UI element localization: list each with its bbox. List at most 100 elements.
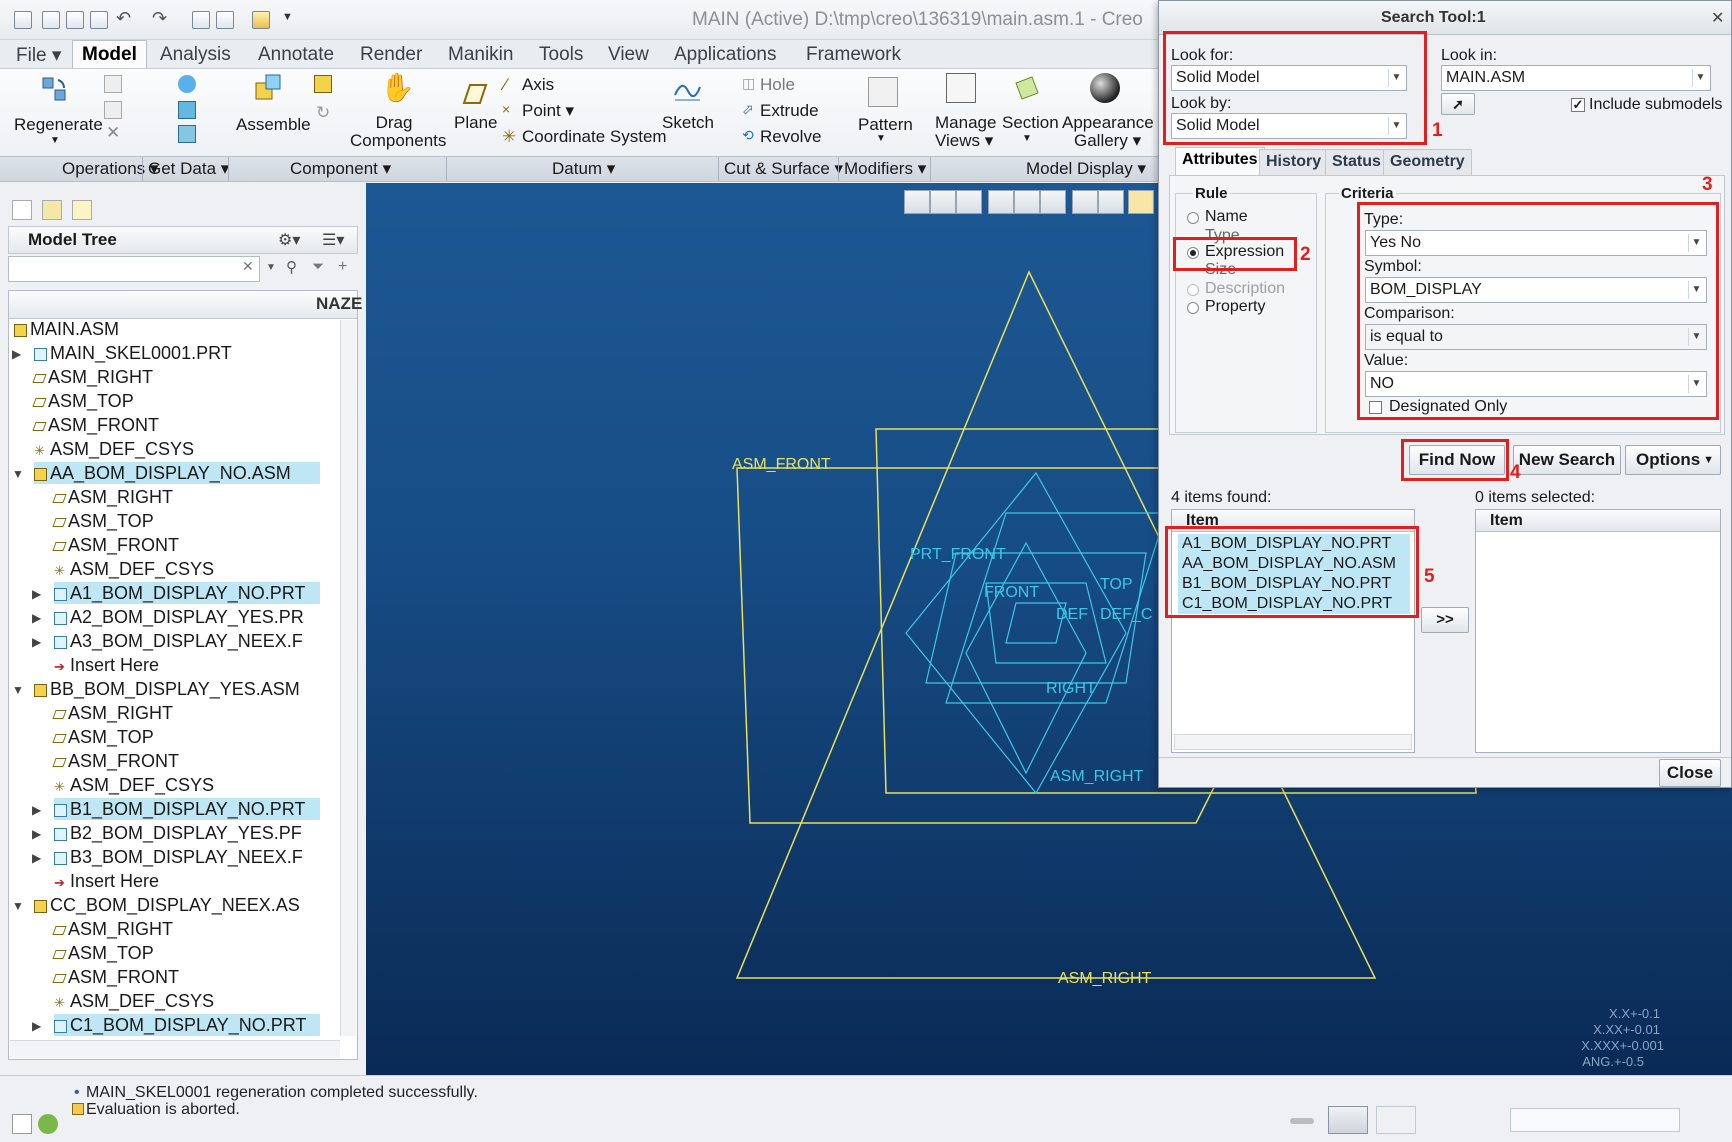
dialog-close-icon[interactable]: ✕ <box>1711 8 1724 28</box>
find-binoculars-icon[interactable] <box>1328 1106 1368 1134</box>
group-datum[interactable]: Datum ▾ <box>552 159 615 179</box>
find-icon[interactable]: ⚲ <box>286 258 297 276</box>
tab-attributes[interactable]: Attributes <box>1175 147 1265 175</box>
manage-label[interactable]: Manage <box>935 113 996 133</box>
group-get-data[interactable]: Get Data ▾ <box>148 159 229 179</box>
assemble-icon[interactable] <box>254 73 284 103</box>
tree-item[interactable]: ASM_RIGHT <box>52 486 173 508</box>
show-navigator-icon[interactable] <box>12 1114 32 1134</box>
tree-item[interactable]: B1_BOM_DISPLAY_NO.PRT <box>54 798 320 820</box>
copy-icon[interactable] <box>104 75 122 93</box>
view-icon[interactable] <box>1376 1106 1416 1134</box>
open-folder-icon[interactable] <box>66 11 84 29</box>
tree-item[interactable]: A1_BOM_DISPLAY_NO.PRT <box>54 582 320 604</box>
selection-filter[interactable] <box>1510 1108 1680 1132</box>
pattern-dropdown-icon[interactable]: ▼ <box>876 133 886 144</box>
tree-item[interactable]: ASM_TOP <box>32 390 134 412</box>
repaint-icon[interactable] <box>988 190 1014 214</box>
windows-icon[interactable] <box>216 11 234 29</box>
refresh-icon[interactable]: ↻ <box>316 103 330 123</box>
coordinate-system-label[interactable]: Coordinate System <box>522 127 667 147</box>
menu-applications[interactable]: Applications <box>674 44 776 66</box>
tree-item[interactable]: ASM_FRONT <box>52 750 179 772</box>
rule-description-label[interactable]: Description <box>1205 280 1285 298</box>
menu-model[interactable]: Model <box>72 40 147 69</box>
plane-icon[interactable] <box>458 79 488 109</box>
select-model-button[interactable]: ➚ <box>1441 93 1475 115</box>
display-style-icon[interactable] <box>1014 190 1040 214</box>
paste-icon[interactable] <box>104 101 122 119</box>
point-icon[interactable]: × <box>502 101 510 117</box>
expand-toggle-icon[interactable]: ▶ <box>32 587 41 601</box>
appearance-label[interactable]: Appearance <box>1062 113 1154 133</box>
expand-toggle-icon[interactable]: ▶ <box>32 635 41 649</box>
sketch-icon[interactable] <box>672 75 702 105</box>
plane-label[interactable]: Plane <box>454 113 497 133</box>
tab-history[interactable]: History <box>1259 149 1329 175</box>
expand-toggle-icon[interactable]: ▶ <box>32 1019 41 1033</box>
tree-item[interactable]: ASM_TOP <box>52 726 154 748</box>
tree-item[interactable]: ➔ Insert Here <box>54 870 159 892</box>
column-naze-header[interactable]: NAZE <box>316 294 362 314</box>
revolve-icon[interactable]: ⟲ <box>742 127 754 144</box>
add-icon[interactable]: + <box>338 258 347 276</box>
expand-toggle-icon[interactable]: ▶ <box>32 611 41 625</box>
expand-toggle-icon[interactable]: ▶ <box>32 851 41 865</box>
menu-view[interactable]: View <box>608 44 649 66</box>
options-dropdown-icon[interactable]: ▼ <box>1703 446 1714 474</box>
save-icon[interactable] <box>90 11 108 29</box>
rule-name-label[interactable]: Name <box>1205 208 1248 226</box>
folder-icon[interactable] <box>252 11 270 29</box>
tree-settings-icon[interactable]: ⚙▾ <box>278 230 300 250</box>
tree-item[interactable]: ASM_FRONT <box>32 414 159 436</box>
transfer-button[interactable]: >> <box>1421 607 1469 633</box>
clear-search-icon[interactable]: ✕ <box>242 258 254 275</box>
tree-item[interactable]: ✳ ASM_DEF_CSYS <box>54 558 214 580</box>
selected-item-column-header[interactable]: Item <box>1476 510 1720 532</box>
expand-toggle-icon[interactable]: ▼ <box>12 899 24 913</box>
tree-item[interactable]: AA_BOM_DISPLAY_NO.ASM <box>34 462 320 484</box>
undo-icon[interactable]: ↶ <box>116 8 131 29</box>
customize-dropdown-icon[interactable]: ▼ <box>282 11 293 23</box>
group-cut-surface[interactable]: Cut & Surface ▾ <box>724 159 843 179</box>
tree-item[interactable]: ✳ ASM_DEF_CSYS <box>34 438 194 460</box>
app-icon[interactable] <box>14 11 32 29</box>
folder-browser-tab-icon[interactable] <box>42 200 62 220</box>
new-search-button[interactable]: New Search <box>1513 445 1621 475</box>
regenerate-dropdown-icon[interactable]: ▼ <box>50 135 60 146</box>
menu-framework[interactable]: Framework <box>806 44 901 66</box>
rule-property-label[interactable]: Property <box>1205 298 1265 316</box>
include-submodels-label[interactable]: Include submodels <box>1589 96 1722 114</box>
gallery-label[interactable]: Gallery ▾ <box>1074 131 1141 151</box>
section-label[interactable]: Section <box>1002 113 1059 133</box>
rule-name-radio[interactable] <box>1187 212 1199 224</box>
tree-search-input[interactable] <box>8 256 260 282</box>
hole-icon[interactable]: ◫ <box>742 75 755 92</box>
options-button[interactable]: Options ▼ <box>1625 445 1721 475</box>
tree-item[interactable]: A2_BOM_DISPLAY_YES.PR <box>54 606 304 628</box>
menu-file[interactable]: File ▾ <box>16 44 61 67</box>
appearance-gallery-icon[interactable] <box>1090 73 1120 103</box>
user-defined-feature-icon[interactable] <box>178 75 196 93</box>
tree-item[interactable]: ASM_FRONT <box>52 534 179 556</box>
group-component[interactable]: Component ▾ <box>290 159 391 179</box>
package-icon[interactable] <box>314 75 332 93</box>
extrude-icon[interactable]: ⬀ <box>742 101 754 118</box>
found-list-scrollbar[interactable] <box>1174 734 1412 750</box>
menu-annotate[interactable]: Annotate <box>258 44 334 66</box>
revolve-label[interactable]: Revolve <box>760 127 821 147</box>
tree-item[interactable]: A3_BOM_DISPLAY_NEEX.F <box>54 630 303 652</box>
look-in-combo[interactable]: MAIN.ASM ▼ <box>1441 65 1711 91</box>
group-model-display[interactable]: Model Display ▾ <box>1026 159 1146 179</box>
expand-toggle-icon[interactable]: ▶ <box>32 827 41 841</box>
tree-item[interactable]: MAIN.ASM <box>14 318 119 340</box>
view-manager-icon[interactable] <box>1072 190 1098 214</box>
tree-item[interactable]: ASM_RIGHT <box>52 702 173 724</box>
manage-views-icon[interactable] <box>946 73 976 103</box>
group-operations[interactable]: Operations ▾ <box>62 159 158 179</box>
tree-item[interactable]: ASM_RIGHT <box>32 366 153 388</box>
tree-item[interactable]: C1_BOM_DISPLAY_NO.PRT <box>54 1014 320 1036</box>
shrinkwrap-icon[interactable] <box>178 125 196 143</box>
section-dropdown-icon[interactable]: ▼ <box>1022 133 1032 144</box>
menu-tools[interactable]: Tools <box>539 44 583 66</box>
